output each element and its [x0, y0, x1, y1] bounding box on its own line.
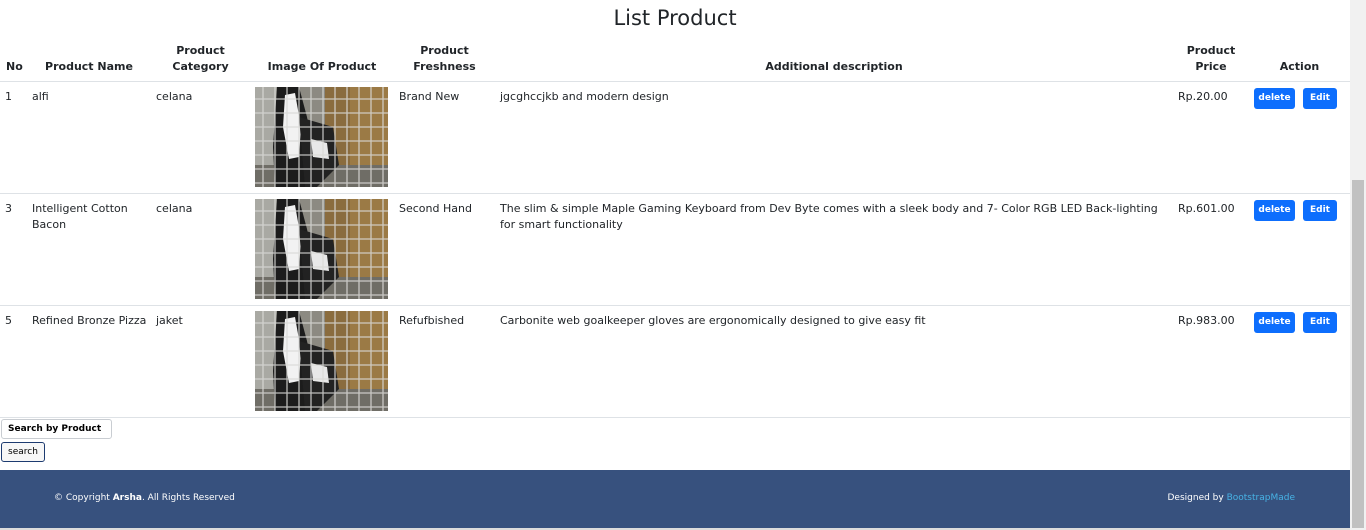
copyright-prefix: © Copyright	[54, 493, 113, 503]
designed-by-label: Designed by	[1167, 493, 1227, 503]
cell-description: Carbonite web goalkeeper gloves are ergo…	[495, 305, 1173, 418]
header-product-category: Product Category	[151, 40, 250, 82]
cell-product-name: Intelligent Cotton Bacon	[27, 193, 151, 306]
edit-button[interactable]: Edit	[1303, 200, 1337, 221]
cell-image	[250, 305, 394, 418]
edit-button[interactable]: Edit	[1303, 312, 1337, 333]
delete-button[interactable]: delete	[1254, 88, 1295, 109]
page: List Product No Product Name Product Cate…	[0, 0, 1350, 530]
footer-brand: Arsha	[112, 493, 142, 503]
table-row: 1 alfi celana Brand New jgcghccjkb and m…	[0, 81, 1350, 194]
search-button[interactable]: search	[1, 442, 45, 462]
cell-product-name: alfi	[27, 81, 151, 194]
cell-action: delete Edit	[1249, 305, 1350, 418]
footer-credits: Designed by BootstrapMade	[1168, 493, 1296, 503]
table-row: 3 Intelligent Cotton Bacon celana Second…	[0, 193, 1350, 306]
edit-button[interactable]: Edit	[1303, 88, 1337, 109]
product-photo-graphic	[255, 311, 388, 411]
search-input[interactable]	[1, 419, 112, 439]
delete-button[interactable]: delete	[1254, 200, 1295, 221]
header-category-line2: Category	[172, 60, 229, 73]
table-row: 5 Refined Bronze Pizza jaket Refufbished…	[0, 305, 1350, 418]
delete-button[interactable]: delete	[1254, 312, 1295, 333]
cat-behind-cage-image	[255, 199, 388, 299]
cell-product-name: Refined Bronze Pizza	[27, 305, 151, 418]
header-image: Image Of Product	[250, 40, 394, 82]
cell-freshness: Brand New	[394, 81, 495, 194]
cell-price: Rp.983.00	[1173, 305, 1249, 418]
cell-description: jgcghccjkb and modern design	[495, 81, 1173, 194]
header-freshness: Product Freshness	[394, 40, 495, 82]
designer-link[interactable]: BootstrapMade	[1227, 493, 1295, 503]
copyright-suffix: . All Rights Reserved	[141, 493, 235, 503]
header-description: Additional description	[495, 40, 1173, 82]
cell-no: 3	[0, 193, 27, 306]
table-header-row: No Product Name Product Category Image Of…	[0, 40, 1350, 82]
header-price: Product Price	[1173, 40, 1249, 82]
cell-no: 5	[0, 305, 27, 418]
header-action: Action	[1249, 40, 1350, 82]
cell-description: The slim & simple Maple Gaming Keyboard …	[495, 193, 1173, 306]
header-no: No	[0, 40, 27, 82]
cell-action: delete Edit	[1249, 81, 1350, 194]
cell-product-category: celana	[151, 193, 250, 306]
page-title: List Product	[613, 6, 737, 30]
product-photo-graphic	[255, 199, 388, 299]
cell-price: Rp.20.00	[1173, 81, 1249, 194]
cat-behind-cage-image	[255, 87, 388, 187]
cat-behind-cage-image	[255, 311, 388, 411]
cell-product-category: jaket	[151, 305, 250, 418]
header-product-name: Product Name	[27, 40, 151, 82]
header-category-line1: Product	[176, 44, 225, 57]
cell-image	[250, 81, 394, 194]
cell-no: 1	[0, 81, 27, 194]
cell-freshness: Refufbished	[394, 305, 495, 418]
cell-action: delete Edit	[1249, 193, 1350, 306]
vertical-scrollbar[interactable]	[1350, 0, 1366, 530]
cell-freshness: Second Hand	[394, 193, 495, 306]
cell-image	[250, 193, 394, 306]
footer: © Copyright Arsha. All Rights Reserved D…	[0, 470, 1350, 528]
cell-product-category: celana	[151, 81, 250, 194]
scrollbar-thumb[interactable]	[1352, 180, 1364, 528]
footer-copyright: © Copyright Arsha. All Rights Reserved	[54, 493, 235, 503]
cell-price: Rp.601.00	[1173, 193, 1249, 306]
product-photo-graphic	[255, 87, 388, 187]
product-table: No Product Name Product Category Image Of…	[0, 40, 1350, 418]
